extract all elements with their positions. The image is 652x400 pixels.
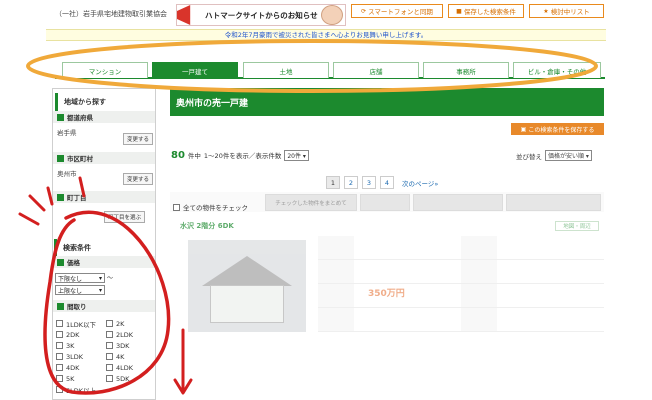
page-1[interactable]: 1 [326, 176, 340, 189]
checkbox[interactable] [106, 320, 113, 327]
bulk-action-button-2[interactable] [413, 194, 503, 211]
city-section: 市区町村 [53, 152, 155, 164]
price-max-select[interactable]: 上限なし ▾ [55, 285, 105, 295]
layout-options-right: 2K 2LDK 3DK 4K 4LDK 5DK [106, 318, 133, 384]
sort-select[interactable]: 価格が安い順 ▾ [545, 150, 592, 161]
green-square-icon [57, 113, 64, 121]
tab-office[interactable]: 事務所 [423, 62, 509, 78]
price-range-separator: 〜 [107, 275, 114, 282]
disaster-notice-link[interactable]: 令和2年7月豪雨で被災された皆さまへ心よりお見舞い申し上げます。 [46, 29, 606, 41]
layout-option[interactable]: 3DK [106, 340, 133, 351]
sync-icon: ⟳ [361, 7, 367, 15]
chevron-down-icon: ▾ [98, 274, 102, 282]
checkbox[interactable] [56, 375, 63, 382]
check-all[interactable]: 全ての物件をチェック [173, 202, 248, 212]
layout-option[interactable]: 3LDK [56, 351, 96, 362]
listing-details-table [318, 236, 604, 336]
checkbox[interactable] [56, 320, 63, 327]
house-roof-shape [202, 256, 292, 286]
map-button[interactable]: 地図・周辺 [555, 221, 599, 231]
bulk-action-button-3[interactable] [506, 194, 601, 211]
page-4[interactable]: 4 [380, 176, 394, 189]
mascot-icon [321, 5, 343, 25]
checkbox[interactable] [173, 203, 180, 211]
checkbox[interactable] [56, 364, 63, 371]
green-square-icon [57, 302, 64, 310]
layout-option[interactable]: 3K [56, 340, 96, 351]
page-2[interactable]: 2 [344, 176, 358, 189]
checkbox[interactable] [106, 364, 113, 371]
chevron-down-icon: ▾ [98, 286, 102, 294]
layout-option[interactable]: 1LDK以下 [56, 318, 96, 329]
search-conditions-heading: 検索条件 [54, 239, 97, 257]
area-search-heading: 地域から探す [55, 93, 155, 111]
folder-icon: ■ [456, 7, 462, 15]
red-emphasis-mark-1 [18, 212, 40, 226]
tab-building-other[interactable]: ビル・倉庫・その他 [513, 62, 601, 78]
layout-option[interactable]: 2LDK [106, 329, 133, 340]
layout-option[interactable]: 2K [106, 318, 133, 329]
prefecture-value: 岩手県 [57, 129, 77, 137]
layout-option[interactable]: 5DK [106, 373, 133, 384]
city-value: 奥州市 [57, 170, 77, 178]
bulk-action-button-1[interactable] [360, 194, 410, 211]
sync-smartphone-button[interactable]: ⟳ スマートフォンと同期 [351, 4, 443, 18]
megaphone-icon [177, 5, 191, 25]
tab-land[interactable]: 土地 [243, 62, 329, 78]
layout-option[interactable]: 2DK [56, 329, 96, 340]
listing-price: 350万円 [368, 289, 405, 299]
save-icon: ▣ [520, 125, 527, 133]
save-search-button[interactable]: ▣ この検索条件を保存する [511, 123, 604, 135]
sort-control: 並び替え 価格が安い順 ▾ [516, 150, 592, 161]
layout-option[interactable]: 5LDK以上 [56, 384, 96, 395]
layout-section: 間取り [53, 300, 155, 312]
banner-text: ハトマークサイトからのお知らせ [205, 10, 318, 20]
listing-title[interactable]: 水沢 2階分 6DK [180, 221, 234, 231]
town-section: 町丁目 [53, 191, 155, 203]
price-min-select[interactable]: 下限なし ▾ [55, 273, 105, 283]
checkbox[interactable] [56, 331, 63, 338]
result-count: 80 件中 1〜20件を表示／表示件数 20件 ▾ [171, 150, 309, 161]
checkbox[interactable] [56, 342, 63, 349]
green-square-icon [57, 258, 64, 266]
checkbox[interactable] [106, 331, 113, 338]
price-section: 価格 [53, 256, 155, 268]
saved-conditions-button[interactable]: ■ 保存した検索条件 [448, 4, 524, 18]
result-total: 80 [171, 150, 185, 161]
page-3[interactable]: 3 [362, 176, 376, 189]
checkbox[interactable] [56, 386, 63, 393]
per-page-select[interactable]: 20件 ▾ [284, 150, 309, 161]
star-icon: ★ [543, 7, 549, 15]
next-page-link[interactable]: 次のページ» [402, 176, 438, 189]
change-prefecture-button[interactable]: 変更する [123, 133, 154, 145]
change-city-button[interactable]: 変更する [123, 173, 154, 185]
listing-photo[interactable] [188, 240, 306, 332]
checkbox[interactable] [56, 353, 63, 360]
layout-option[interactable]: 4LDK [106, 362, 133, 373]
prefecture-section: 都道府県 [53, 111, 155, 123]
association-name: （一社）岩手県宅地建物取引業協会 [55, 10, 167, 18]
layout-option[interactable]: 4DK [56, 362, 96, 373]
checkbox[interactable] [106, 342, 113, 349]
page-title: 奥州市の売一戸建 [170, 88, 604, 116]
tab-store[interactable]: 店舗 [333, 62, 419, 78]
tab-mansion[interactable]: マンション [62, 62, 148, 78]
notice-banner[interactable]: ハトマークサイトからのお知らせ [176, 4, 346, 26]
checkbox[interactable] [106, 353, 113, 360]
layout-option[interactable]: 5K [56, 373, 96, 384]
layout-options-left: 1LDK以下 2DK 3K 3LDK 4DK 5K 5LDK以上 [56, 318, 96, 395]
bulk-note: チェックした物件をまとめて [265, 194, 357, 211]
favorites-list-button[interactable]: ★ 検討中リスト [529, 4, 604, 18]
green-square-icon [57, 154, 64, 162]
green-square-icon [57, 193, 64, 201]
select-town-button[interactable]: 町丁目を選ぶ [104, 211, 146, 223]
tab-house[interactable]: 一戸建て [152, 62, 238, 78]
house-body-shape [210, 285, 284, 323]
checkbox[interactable] [106, 375, 113, 382]
layout-option[interactable]: 4K [106, 351, 133, 362]
red-emphasis-mark-2 [28, 194, 46, 212]
